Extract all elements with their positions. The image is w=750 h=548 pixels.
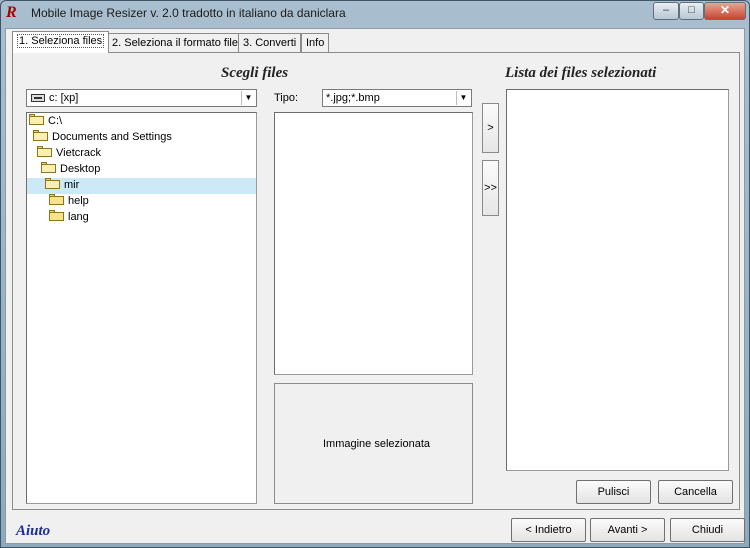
folder-open-icon — [45, 178, 60, 189]
app-logo-icon: R — [6, 4, 17, 21]
add-all-files-button[interactable]: >> — [482, 160, 499, 216]
selected-files-heading: Lista dei files selezionati — [505, 65, 657, 81]
tab-convert[interactable]: 3. Converti — [238, 33, 302, 53]
tree-item-label: help — [68, 195, 89, 207]
folder-open-icon — [41, 162, 56, 173]
tab-select-format[interactable]: 2. Seleziona il formato file — [107, 33, 243, 53]
tree-item-label: mir — [64, 179, 80, 191]
help-link[interactable]: Aiuto — [16, 523, 50, 540]
tree-item-label: lang — [68, 211, 89, 223]
title-bar[interactable]: R Mobile Image Resizer v. 2.0 tradotto i… — [1, 1, 749, 27]
tree-item[interactable]: Documents and Settings — [33, 130, 172, 146]
drive-value: c: [xp] — [49, 92, 79, 104]
tree-item[interactable]: Desktop — [41, 162, 100, 178]
folder-icon — [49, 210, 64, 221]
tree-item[interactable]: help — [49, 194, 89, 210]
clear-button[interactable]: Pulisci — [576, 480, 651, 504]
chevron-down-icon[interactable]: ▼ — [456, 91, 470, 105]
file-type-value: *.jpg;*.bmp — [326, 92, 380, 104]
tree-item-label: Desktop — [60, 163, 101, 175]
drive-select[interactable]: c: [xp] ▼ — [26, 89, 257, 107]
tree-item-label: Vietcrack — [56, 147, 102, 159]
file-list[interactable] — [274, 112, 473, 375]
selected-files-list[interactable] — [506, 89, 729, 471]
tab-label: 1. Seleziona files — [17, 34, 105, 48]
window-title: Mobile Image Resizer v. 2.0 tradotto in … — [31, 6, 346, 20]
add-file-button[interactable]: > — [482, 103, 499, 153]
tree-item[interactable]: C:\ — [29, 114, 62, 130]
folder-tree[interactable]: C:\ Documents and Settings Vietcrack Des… — [26, 112, 257, 504]
minimize-button[interactable]: – — [653, 2, 679, 20]
preview-caption: Immagine selezionata — [323, 438, 431, 450]
close-window-button[interactable]: ✕ — [704, 2, 746, 20]
back-button[interactable]: < Indietro — [511, 518, 586, 542]
application-window: R Mobile Image Resizer v. 2.0 tradotto i… — [0, 0, 750, 548]
folder-open-icon — [33, 130, 48, 141]
tab-info[interactable]: Info — [301, 33, 330, 53]
maximize-button[interactable]: □ — [679, 2, 704, 20]
close-button[interactable]: Chiudi — [670, 518, 745, 542]
file-type-select[interactable]: *.jpg;*.bmp ▼ — [322, 89, 472, 107]
folder-open-icon — [29, 114, 44, 125]
folder-icon — [49, 194, 64, 205]
client-area: 1. Seleziona files 2. Seleziona il forma… — [5, 28, 745, 544]
image-preview: Immagine selezionata — [274, 383, 473, 504]
chevron-down-icon[interactable]: ▼ — [241, 91, 255, 105]
tab-select-files[interactable]: 1. Seleziona files — [12, 31, 110, 53]
tree-item-label: Documents and Settings — [52, 131, 172, 143]
tab-panel: Scegli files Lista dei files selezionati… — [12, 52, 740, 510]
tree-item-label: C:\ — [48, 115, 63, 127]
tree-item[interactable]: Vietcrack — [37, 146, 101, 162]
delete-button[interactable]: Cancella — [658, 480, 733, 504]
next-button[interactable]: Avanti > — [590, 518, 665, 542]
tree-item[interactable]: lang — [49, 210, 89, 226]
drive-icon — [31, 94, 45, 102]
tree-item-selected[interactable]: mir — [27, 178, 256, 194]
choose-files-heading: Scegli files — [221, 65, 289, 81]
type-label: Tipo: — [274, 92, 299, 104]
folder-open-icon — [37, 146, 52, 157]
